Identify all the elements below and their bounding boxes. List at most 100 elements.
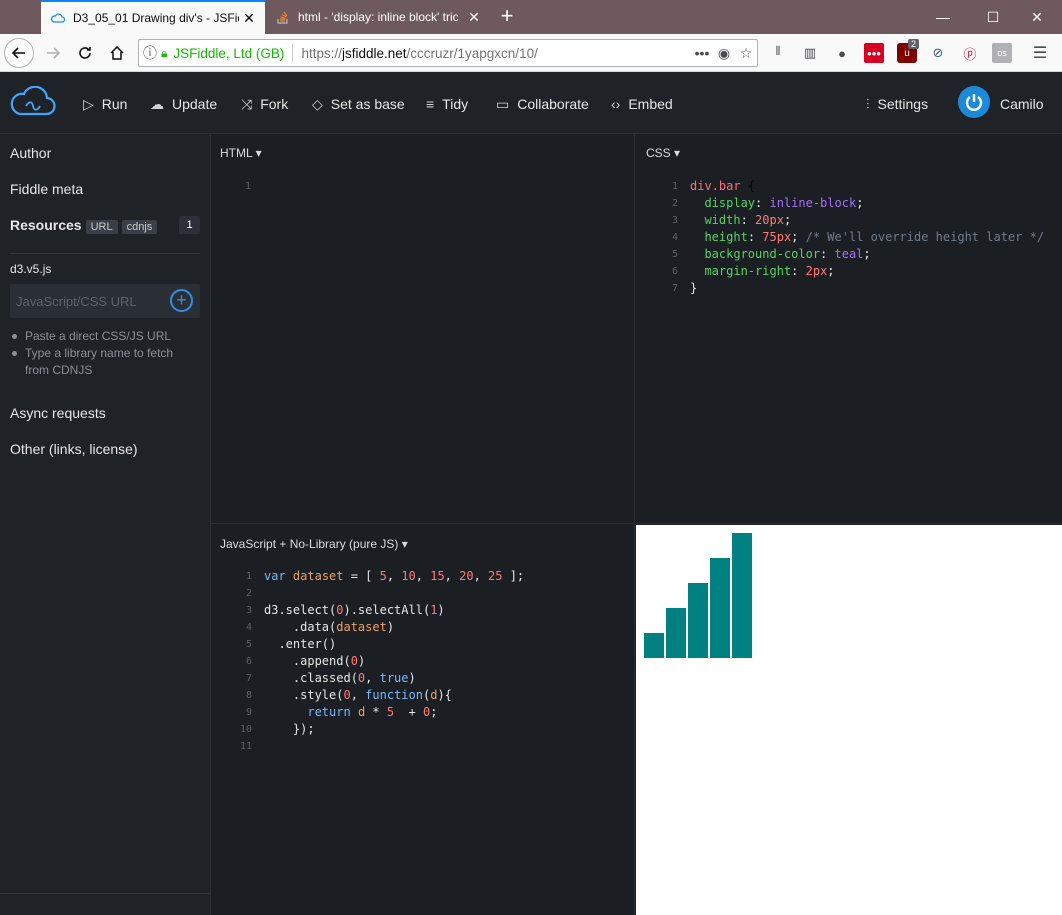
forward-icon[interactable]: [38, 38, 68, 68]
line-number: 7: [671, 283, 678, 294]
close-tab-icon[interactable]: ✕: [239, 10, 259, 27]
lastpass-icon[interactable]: •••: [864, 43, 884, 63]
line-number: 6: [245, 656, 252, 667]
line-number: 5: [671, 249, 678, 260]
minimize-icon[interactable]: —: [918, 0, 968, 34]
block-icon[interactable]: ⊘: [928, 43, 948, 63]
html-panel[interactable]: HTML ▾ 1: [211, 134, 635, 524]
line-number: 10: [239, 724, 252, 735]
add-resource-button[interactable]: +: [170, 289, 193, 312]
css-panel-label[interactable]: CSS ▾: [646, 146, 680, 160]
code-line: height: 75px; /* We'll override height l…: [704, 230, 1045, 244]
tab-stackoverflow[interactable]: html - 'display: inline block' tric ✕: [266, 0, 490, 34]
resource-item[interactable]: d3.v5.js: [10, 262, 51, 276]
browser-tab-strip: D3_05_01 Drawing div's - JSFidd ✕ html -…: [0, 0, 1062, 34]
extension-os-icon[interactable]: os: [992, 43, 1012, 63]
line-number: 4: [671, 232, 678, 243]
url-bar[interactable]: ⓘ 🔒︎ JSFiddle, Ltd (GB) https://jsfiddle…: [138, 39, 758, 67]
js-panel-label[interactable]: JavaScript + No-Library (pure JS) ▾: [220, 537, 408, 551]
code-line: div.bar {: [690, 179, 756, 193]
fork-button[interactable]: ⤨ Fork: [241, 94, 288, 114]
info-icon[interactable]: ⓘ: [139, 43, 161, 63]
sidebar-item-other[interactable]: Other (links, license): [10, 441, 138, 457]
line-number: 3: [671, 215, 678, 226]
tag-icon: ◇: [312, 95, 323, 112]
fork-icon: ⤨: [241, 95, 253, 112]
sidebar-item-resources[interactable]: Resources URL cdnjs: [10, 217, 158, 234]
result-bar: [688, 583, 708, 658]
chip-url[interactable]: URL: [85, 220, 118, 234]
tab-jsfiddle[interactable]: D3_05_01 Drawing div's - JSFidd ✕: [41, 0, 265, 34]
browser-nav-bar: ⓘ 🔒︎ JSFiddle, Ltd (GB) https://jsfiddle…: [0, 34, 1062, 72]
user-avatar[interactable]: [958, 86, 990, 118]
run-button[interactable]: ▷ Run: [83, 94, 127, 114]
embed-label: Embed: [628, 96, 673, 112]
set-as-base-button[interactable]: ◇ Set as base: [312, 94, 405, 114]
settings-button[interactable]: ⫶ Settings: [866, 94, 928, 114]
collaborate-button[interactable]: ▭ Collaborate: [496, 94, 589, 114]
line-number: 9: [245, 707, 252, 718]
line-number: 3: [245, 605, 252, 616]
play-icon: ▷: [83, 95, 94, 112]
back-icon[interactable]: [4, 38, 34, 68]
menu-icon[interactable]: ☰: [1030, 43, 1050, 63]
js-panel[interactable]: JavaScript + No-Library (pure JS) ▾ 1 var…: [211, 525, 635, 915]
reload-icon[interactable]: [70, 38, 100, 68]
url-text[interactable]: https://jsfiddle.net/cccruzr/1yapgxcn/10…: [301, 46, 691, 61]
sidebar-item-fiddle-meta[interactable]: Fiddle meta: [10, 181, 83, 197]
sidebar-toggle-icon[interactable]: ▥: [800, 43, 820, 63]
tab-title: html - 'display: inline block' tric: [298, 10, 459, 24]
update-label: Update: [172, 96, 218, 112]
stackoverflow-icon: [276, 10, 290, 24]
home-icon[interactable]: [102, 38, 132, 68]
line-number: 2: [245, 588, 252, 599]
jsfiddle-logo-icon[interactable]: [10, 85, 56, 123]
page-actions-icon[interactable]: •••: [691, 45, 713, 61]
result-panel[interactable]: [636, 525, 1062, 915]
tidy-button[interactable]: ≡ Tidy: [426, 94, 468, 114]
line-number: 7: [245, 673, 252, 684]
tab-title: D3_05_01 Drawing div's - JSFidd: [73, 11, 239, 25]
user-name[interactable]: Camilo: [1000, 94, 1044, 114]
jsfiddle-header: ▷ Run ☁ Update ⤨ Fork ◇ Set as base ≡ Tidy ▭ C…: [0, 72, 1062, 134]
hint-paste-url: Paste a direct CSS/JS URL: [12, 329, 171, 343]
html-panel-label[interactable]: HTML ▾: [220, 146, 262, 160]
tidy-label: Tidy: [442, 96, 469, 112]
embed-button[interactable]: ‹› Embed: [611, 94, 673, 114]
library-icon[interactable]: 𝍪: [768, 43, 788, 63]
bookmark-star-icon[interactable]: ☆: [735, 45, 757, 62]
close-tab-icon[interactable]: ✕: [464, 9, 484, 26]
line-number: 4: [245, 622, 252, 633]
divider: [10, 253, 200, 254]
url-domain: jsfiddle.net: [341, 45, 407, 61]
sliders-icon: ⫶: [866, 95, 870, 112]
chip-cdnjs[interactable]: cdnjs: [121, 220, 158, 234]
ublock-badge: 2: [908, 39, 920, 49]
line-number: 1: [245, 571, 252, 582]
code-icon: ‹›: [611, 96, 621, 112]
code-line: var dataset = [ 5, 10, 15, 20, 25 ];: [264, 569, 525, 583]
pinterest-icon[interactable]: ⓟ: [960, 43, 980, 63]
update-button[interactable]: ☁ Update: [150, 94, 217, 114]
code-line: display: inline-block;: [704, 196, 864, 210]
site-identity[interactable]: JSFiddle, Ltd (GB): [173, 46, 284, 61]
result-bar: [710, 558, 730, 658]
cloud-upload-icon: ☁: [150, 95, 164, 112]
new-tab-button[interactable]: +: [494, 4, 520, 30]
code-line: .style(0, function(d){: [264, 688, 452, 702]
url-separator: [292, 44, 294, 62]
sidebar-item-async[interactable]: Async requests: [10, 405, 106, 421]
code-line: .enter(): [264, 637, 337, 651]
close-window-icon[interactable]: ✕: [1012, 0, 1062, 34]
extension-chat-icon[interactable]: ●: [832, 43, 852, 63]
code-line: });: [264, 722, 315, 736]
code-line: }: [690, 281, 698, 295]
collaborate-label: Collaborate: [517, 96, 589, 112]
maximize-icon[interactable]: ☐: [968, 0, 1018, 34]
result-bar: [666, 608, 686, 658]
sidebar-item-author[interactable]: Author: [10, 145, 51, 161]
css-panel[interactable]: CSS ▾ 1 div.bar {2 display: inline-block;…: [636, 134, 1062, 524]
resource-count-badge: 1: [179, 216, 200, 234]
pocket-icon[interactable]: ◉: [713, 45, 735, 62]
lock-icon: 🔒︎: [161, 45, 168, 60]
